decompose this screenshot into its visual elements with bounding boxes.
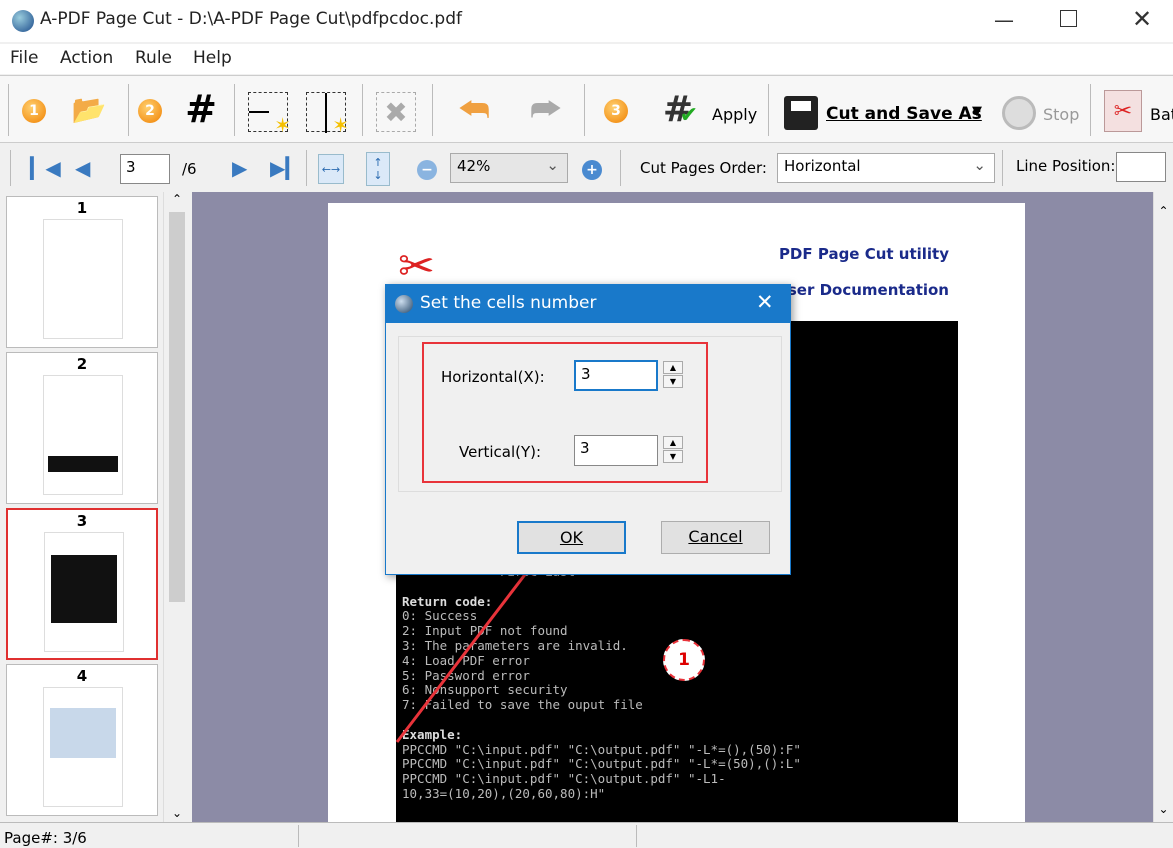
add-vertical-line-icon[interactable]: ✶	[306, 92, 349, 137]
code-line: 0: Success	[402, 608, 478, 624]
annotation-marker: 1	[663, 639, 705, 681]
menu-help[interactable]: Help	[193, 48, 232, 68]
thumbnail-number: 4	[76, 667, 88, 685]
save-disk-icon[interactable]	[784, 96, 818, 130]
status-page: Page#: 3/6	[4, 829, 87, 847]
code-line: 2: Input PDF not found	[402, 623, 568, 639]
vertical-spin-up[interactable]: ▲	[663, 436, 683, 449]
code-line: 10,33=(10,20),(20,60,80):H"	[402, 785, 606, 801]
code-line: 6: Nonsupport security	[402, 682, 568, 698]
chevron-down-icon: ⌄	[546, 156, 559, 174]
scroll-down-icon[interactable]: ⌄	[164, 806, 190, 820]
menu-file[interactable]: File	[10, 48, 38, 68]
thumbnail-panel: 1 2 3 4 ⌃ ⌄	[0, 192, 190, 822]
main-scrollbar[interactable]: ⌃ ⌄	[1153, 192, 1173, 822]
step-3-badge-icon: 3	[604, 99, 628, 123]
main-toolbar: 1 📂 2 # ✶ ✶ ✖ ⮪ ⮫ 3 # ✔ Apply Cut and Sav…	[0, 75, 1173, 143]
thumbnail-page-4[interactable]: 4	[6, 664, 158, 816]
menu-action[interactable]: Action	[60, 48, 113, 68]
example-title: Example:	[402, 726, 463, 742]
scroll-up-icon[interactable]: ⌃	[1154, 204, 1173, 218]
redo-icon[interactable]: ⮫	[524, 90, 568, 130]
title-bar: A-PDF Page Cut - D:\A-PDF Page Cut\pdfpc…	[0, 0, 1173, 42]
status-bar: Page#: 3/6	[0, 822, 1173, 848]
zoom-out-button[interactable]: −	[417, 160, 437, 180]
close-button[interactable]: ✕	[1132, 5, 1152, 33]
app-globe-icon	[12, 10, 34, 32]
apply-grid-icon[interactable]: # ✔	[660, 89, 698, 130]
horizontal-spin-up[interactable]: ▲	[663, 361, 683, 374]
batch-button[interactable]: Bat	[1150, 105, 1173, 124]
zoom-select[interactable]: 42% ⌄	[450, 153, 568, 183]
stop-button[interactable]: Stop	[1043, 105, 1079, 124]
code-line: PPCCMD "C:\input.pdf" "C:\output.pdf" "-…	[402, 741, 801, 757]
cut-pages-order-label: Cut Pages Order:	[640, 159, 767, 177]
previous-page-button[interactable]: ◀	[75, 156, 90, 180]
add-horizontal-line-icon[interactable]: ✶	[248, 92, 291, 137]
maximize-button[interactable]	[1060, 10, 1077, 27]
dialog-title: Set the cells number	[420, 293, 597, 313]
ok-button[interactable]: OK	[517, 521, 626, 554]
thumbnail-scrollbar[interactable]: ⌃ ⌄	[163, 192, 190, 822]
page-total: /6	[182, 160, 197, 178]
vertical-spin-down[interactable]: ▼	[663, 450, 683, 463]
navigation-toolbar: ▎◀ ◀ 3 /6 ▶ ▶▎ ←→ ↑ ↓ − 42% ⌄ + Cut Pages …	[0, 146, 1173, 190]
step-1-badge-icon: 1	[22, 99, 46, 123]
set-cells-dialog: Set the cells number ✕ Horizontal(X): 3 …	[385, 284, 791, 575]
code-line: 7: Failed to save the ouput file	[402, 697, 643, 713]
window-title: A-PDF Page Cut - D:\A-PDF Page Cut\pdfpc…	[40, 9, 462, 29]
horizontal-spin-down[interactable]: ▼	[663, 375, 683, 388]
scrollbar-thumb[interactable]	[169, 212, 185, 602]
scroll-up-icon[interactable]: ⌃	[164, 192, 190, 206]
batch-icon[interactable]: ✂	[1104, 90, 1142, 132]
delete-line-icon[interactable]: ✖	[376, 92, 416, 132]
doc-header-subtitle: User Documentation	[775, 281, 949, 299]
fit-height-button[interactable]: ↑ ↓	[366, 152, 390, 186]
zoom-value: 42%	[457, 157, 491, 175]
fit-width-button[interactable]: ←→	[318, 154, 344, 184]
doc-header-title: PDF Page Cut utility	[778, 245, 949, 263]
cut-pages-order-value: Horizontal	[784, 157, 861, 175]
dialog-title-bar: Set the cells number ✕	[386, 285, 790, 323]
chevron-down-icon: ⌄	[973, 156, 986, 174]
line-position-label: Line Position:	[1016, 157, 1116, 175]
vertical-input[interactable]: 3	[574, 435, 658, 466]
thumbnail-page-3[interactable]: 3	[6, 508, 158, 660]
cancel-button[interactable]: Cancel	[661, 521, 770, 554]
apply-button[interactable]: Apply	[712, 105, 757, 124]
thumbnail-number: 2	[76, 355, 88, 373]
horizontal-label: Horizontal(X):	[441, 368, 545, 386]
undo-icon[interactable]: ⮪	[452, 90, 496, 130]
cut-save-dropdown-icon[interactable]: ▼	[972, 104, 982, 119]
zoom-in-button[interactable]: +	[582, 160, 602, 180]
app-globe-icon	[395, 295, 413, 313]
code-line: PPCCMD "C:\input.pdf" "C:\output.pdf" "-…	[402, 771, 726, 787]
stop-icon[interactable]	[1002, 96, 1036, 130]
page-number-input[interactable]: 3	[120, 154, 170, 184]
grid-icon[interactable]: #	[182, 87, 220, 131]
horizontal-input[interactable]: 3	[574, 360, 658, 391]
cut-pages-order-select[interactable]: Horizontal ⌄	[777, 153, 995, 183]
vertical-label: Vertical(Y):	[459, 443, 542, 461]
first-page-button[interactable]: ▎◀	[30, 156, 61, 180]
cut-and-save-as-button[interactable]: Cut and Save As	[826, 104, 982, 124]
line-position-input[interactable]	[1116, 152, 1166, 182]
scroll-down-icon[interactable]: ⌄	[1154, 802, 1173, 816]
code-line: PPCCMD "C:\input.pdf" "C:\output.pdf" "-…	[402, 756, 801, 772]
minimize-button[interactable]: —	[994, 8, 1014, 32]
thumbnail-page-1[interactable]: 1	[6, 196, 158, 348]
dialog-close-button[interactable]: ✕	[756, 290, 774, 314]
thumbnail-number: 3	[76, 512, 88, 530]
next-page-button[interactable]: ▶	[232, 156, 247, 180]
thumbnail-page-2[interactable]: 2	[6, 352, 158, 504]
return-code-title: Return code:	[402, 593, 493, 609]
last-page-button[interactable]: ▶▎	[270, 156, 301, 180]
step-2-badge-icon: 2	[138, 99, 162, 123]
menu-bar: File Action Rule Help	[0, 44, 1173, 74]
menu-rule[interactable]: Rule	[135, 48, 172, 68]
thumbnail-number: 1	[76, 199, 88, 217]
open-folder-icon[interactable]: 📂	[72, 92, 107, 126]
